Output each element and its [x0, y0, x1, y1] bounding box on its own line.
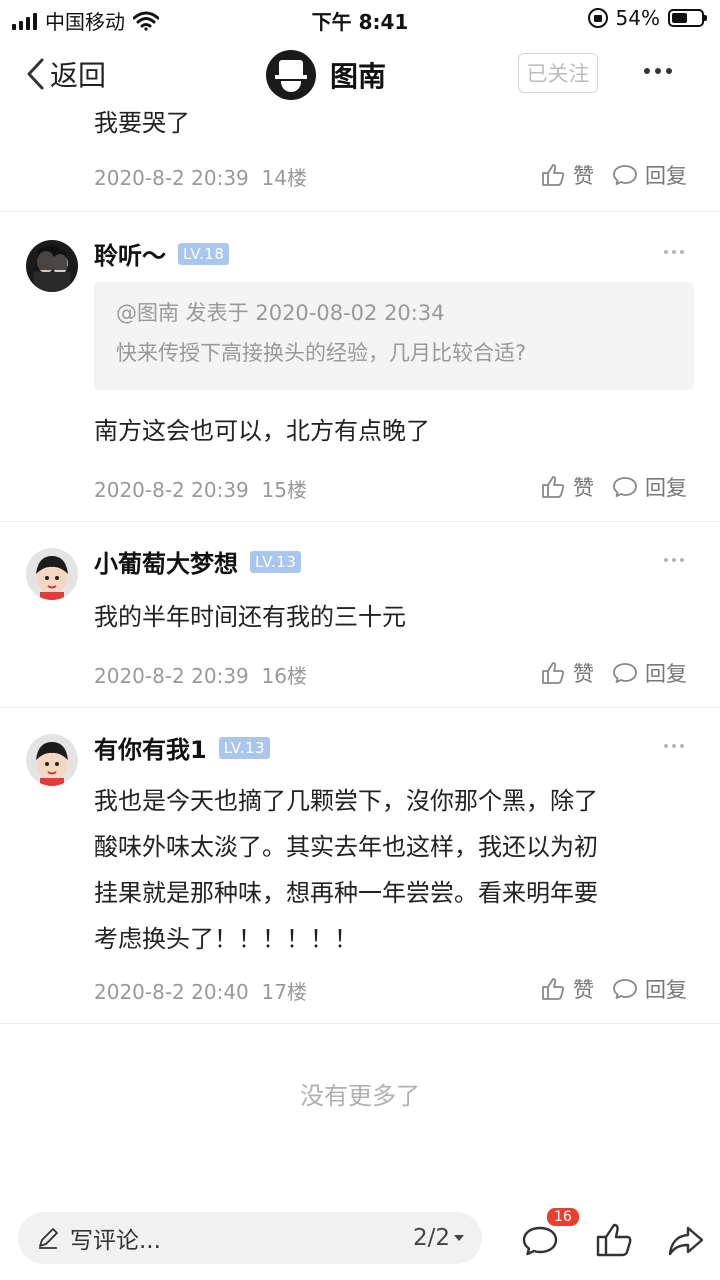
page-selector[interactable]: 2/2: [413, 1225, 464, 1251]
like-button[interactable]: 赞: [540, 658, 594, 688]
comment-text: 我要哭了: [94, 109, 190, 137]
battery-icon: [668, 9, 707, 27]
comment-item: 有你有我1 LV.13 我也是今天也摘了几颗尝下，沒你那个黑，除了 酸味外味太淡…: [0, 708, 720, 1024]
comment-item: 小葡萄大梦想 LV.13 我的半年时间还有我的三十元 2020-8-2 20:3…: [0, 522, 720, 708]
comment-meta: 2020-8-2 20:39 16楼: [94, 660, 307, 689]
comment-text-line: 我也是今天也摘了几颗尝下，沒你那个黑，除了: [94, 787, 598, 815]
comment-bubble-icon: [613, 979, 637, 999]
reply-label: 回复: [645, 476, 687, 500]
caret-down-icon: [454, 1235, 464, 1241]
battery-percent: 54%: [615, 6, 660, 30]
comment-count-badge: 16: [545, 1206, 581, 1228]
level-badge: LV.13: [218, 736, 271, 759]
like-button[interactable]: 赞: [540, 472, 594, 502]
chevron-left-icon: [27, 58, 44, 90]
comment-meta: 2020-8-2 20:39 14楼: [94, 162, 307, 191]
rotation-lock-icon: [587, 8, 608, 28]
reply-button[interactable]: 回复: [612, 658, 687, 688]
reply-button[interactable]: 回复: [612, 974, 687, 1004]
username[interactable]: 有你有我1: [94, 730, 207, 765]
pencil-icon: [39, 1228, 58, 1249]
comment-text: 南方这会也可以，北方有点晚了: [94, 417, 430, 445]
comment-item: 我要哭了 2020-8-2 20:39 14楼 赞 回复: [0, 100, 720, 212]
avatar[interactable]: [26, 548, 78, 600]
comment-text-line: 挂果就是那种味，想再种一年尝尝。看来明年要: [94, 879, 598, 907]
back-button[interactable]: 返回: [24, 54, 106, 94]
avatar[interactable]: [26, 240, 78, 292]
comment-date: 2020-8-2 20:39: [94, 664, 249, 688]
comment-text-line: 酸味外味太淡了。其实去年也这样，我还以为初: [94, 833, 598, 861]
reply-label: 回复: [645, 164, 687, 188]
write-comment-placeholder: 写评论...: [70, 1228, 161, 1254]
author-avatar[interactable]: [266, 50, 316, 100]
reply-button[interactable]: 回复: [612, 160, 687, 190]
like-button[interactable]: 赞: [540, 974, 594, 1004]
comment-text: 我的半年时间还有我的三十元: [94, 603, 406, 631]
thumbs-up-icon: [542, 662, 565, 684]
like-label: 赞: [573, 476, 594, 500]
username[interactable]: 聆听～: [94, 236, 166, 271]
like-label: 赞: [573, 164, 594, 188]
comment-meta: 2020-8-2 20:40 17楼: [94, 976, 307, 1005]
comment-bubble-icon: [613, 663, 637, 683]
comment-text-line: 考虑换头了！！！！！！: [94, 925, 358, 953]
reply-button[interactable]: 回复: [612, 472, 687, 502]
quoted-post[interactable]: @图南 发表于 2020-08-02 20:34 快来传授下高接换头的经验，几月…: [94, 282, 694, 390]
level-badge: LV.18: [178, 242, 230, 265]
reply-label: 回复: [645, 662, 687, 686]
share-icon[interactable]: [666, 1220, 706, 1260]
comment-floor: 17楼: [261, 980, 307, 1004]
comment-text: 我也是今天也摘了几颗尝下，沒你那个黑，除了 酸味外味太淡了。其实去年也这样，我还…: [94, 778, 694, 962]
page-indicator: 2/2: [412, 1225, 450, 1251]
comment-more-icon[interactable]: [664, 250, 684, 254]
like-label: 赞: [573, 978, 594, 1002]
like-button[interactable]: 赞: [540, 160, 594, 190]
thumbs-up-icon[interactable]: [594, 1220, 634, 1260]
comment-date: 2020-8-2 20:39: [94, 478, 249, 502]
comment-meta: 2020-8-2 20:39 15楼: [94, 474, 307, 503]
write-comment-input[interactable]: 写评论... 2/2: [18, 1212, 482, 1264]
username[interactable]: 小葡萄大梦想: [94, 544, 238, 579]
reply-label: 回复: [645, 978, 687, 1002]
comment-date: 2020-8-2 20:40: [94, 980, 249, 1004]
thumbs-up-icon: [542, 164, 565, 186]
bottom-bar: 写评论... 2/2 16: [0, 1200, 720, 1280]
like-label: 赞: [573, 662, 594, 686]
comment-more-icon[interactable]: [664, 744, 684, 748]
level-badge: LV.13: [250, 550, 302, 573]
back-label: 返回: [50, 59, 107, 92]
quote-meta: @图南 发表于 2020-08-02 20:34: [116, 301, 445, 325]
follow-button[interactable]: 已关注: [518, 53, 598, 93]
quote-text: 快来传授下高接换头的经验，几月比较合适?: [116, 341, 527, 365]
thumbs-up-icon: [542, 978, 565, 1000]
more-options-icon[interactable]: [644, 68, 672, 74]
comment-bubble-icon: [613, 477, 637, 497]
comment-floor: 14楼: [261, 166, 307, 190]
no-more-label: 没有更多了: [300, 1082, 420, 1110]
comment-bubble-icon: [613, 165, 637, 185]
thumbs-up-icon: [542, 476, 565, 498]
avatar[interactable]: [26, 734, 78, 786]
comment-more-icon[interactable]: [664, 558, 684, 562]
status-bar: 中国移动 下午 8:41 54%: [0, 0, 720, 36]
author-name[interactable]: 图南: [330, 55, 386, 95]
comment-date: 2020-8-2 20:39: [94, 166, 249, 190]
comment-floor: 15楼: [261, 478, 307, 502]
comment-item: 聆听～ LV.18 @图南 发表于 2020-08-02 20:34 快来传授下…: [0, 212, 720, 522]
comment-floor: 16楼: [261, 664, 307, 688]
